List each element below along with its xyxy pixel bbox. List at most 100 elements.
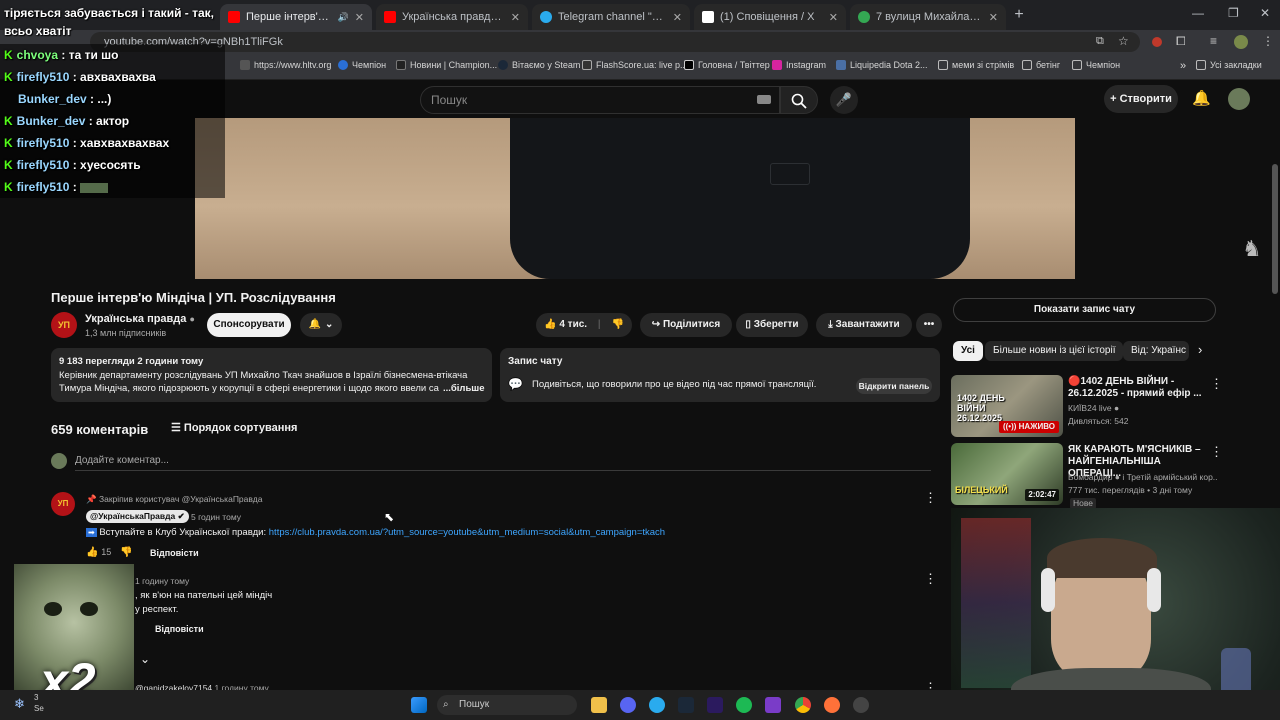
- bookmark-hltv[interactable]: https://www.hltv.org: [240, 60, 331, 70]
- telegram-icon[interactable]: [649, 697, 665, 713]
- download-button[interactable]: ⤓ Завантажити: [816, 313, 912, 337]
- bookmark-instagram[interactable]: Instagram: [772, 60, 826, 70]
- chevron-right-icon[interactable]: ›: [1198, 342, 1202, 357]
- chevron-down-icon[interactable]: ⌄: [140, 652, 150, 666]
- comment-author-badge[interactable]: @УкраїнськаПравда ✔: [86, 510, 189, 523]
- profile-icon[interactable]: [1234, 35, 1248, 49]
- views-line: 9 183 перегляди 2 години тому: [59, 356, 204, 367]
- save-button[interactable]: ▯ Зберегти: [736, 313, 808, 337]
- bookmark-champion-news[interactable]: Новини | Champion...: [396, 60, 497, 70]
- bookmark-folder-memes[interactable]: меми зі стрімів: [938, 60, 1014, 70]
- scrollbar-thumb[interactable]: [1272, 164, 1278, 294]
- avatar[interactable]: [1228, 88, 1250, 110]
- bookmark-liquipedia[interactable]: Liquipedia Dota 2...: [836, 60, 928, 70]
- bookmark-star-icon[interactable]: ☆: [1118, 34, 1129, 48]
- extensions-icon[interactable]: ⧠: [1176, 34, 1186, 49]
- extension-icon[interactable]: [1152, 37, 1162, 47]
- speaker-icon[interactable]: 🔊: [338, 12, 349, 23]
- add-comment-input[interactable]: Додайте коментар...: [75, 455, 169, 466]
- more-actions-button[interactable]: •••: [916, 313, 942, 337]
- overlay-figure-icon: ♞: [1242, 236, 1262, 261]
- minimize-icon[interactable]: —: [1192, 6, 1204, 20]
- description-box[interactable]: 9 183 перегляди 2 години тому Керівник д…: [51, 348, 492, 402]
- chip-story[interactable]: Більше новин із цієї історії: [985, 341, 1124, 361]
- search-input[interactable]: Пошук: [420, 86, 780, 114]
- close-window-icon[interactable]: ✕: [1260, 6, 1270, 20]
- open-panel-button[interactable]: Відкрити панель: [856, 378, 932, 394]
- mic-button[interactable]: 🎤: [830, 86, 858, 114]
- firefox-icon[interactable]: [824, 697, 840, 713]
- bookmark-folder-betting[interactable]: бетінг: [1022, 60, 1060, 70]
- chip-all[interactable]: Усі: [953, 341, 983, 361]
- dislike-button[interactable]: 👎: [611, 319, 623, 330]
- close-icon[interactable]: ✕: [989, 11, 998, 24]
- video-more-icon[interactable]: ⋮: [1210, 376, 1223, 392]
- search-button[interactable]: [780, 86, 818, 114]
- plus-icon: +: [1110, 93, 1120, 105]
- obs-icon[interactable]: [853, 697, 869, 713]
- video-title[interactable]: 🔴1402 ДЕНЬ ВІЙНИ -26.12.2025 - прямий еф…: [1068, 376, 1206, 400]
- show-more-link[interactable]: ...більше: [443, 383, 485, 394]
- maximize-icon[interactable]: ❐: [1228, 6, 1239, 20]
- menu-list-icon[interactable]: ≡: [1210, 34, 1217, 48]
- channel-name[interactable]: Українська правда ●: [85, 313, 195, 325]
- video-thumbnail[interactable]: БІЛЕЦЬКИЙ 2:02:47: [951, 443, 1063, 505]
- chat-replay-box: Запис чату 💬 Подивіться, що говорили про…: [500, 348, 940, 402]
- file-explorer-icon[interactable]: [591, 697, 607, 713]
- bookmark-folder-champion[interactable]: Чемпіон: [1072, 60, 1120, 70]
- keyboard-icon[interactable]: [757, 95, 771, 104]
- spotify-icon[interactable]: [736, 697, 752, 713]
- like-button[interactable]: 👍 4 тис.: [544, 319, 587, 330]
- chevron-right-icon[interactable]: »: [1180, 60, 1186, 72]
- reply-button[interactable]: Відповісти: [155, 624, 204, 634]
- comment-like-button[interactable]: 👍 15: [86, 547, 111, 558]
- url-field[interactable]: youtube.com/watch?v=gNBh1TliFGk: [90, 32, 1140, 52]
- youtube-icon: [384, 11, 396, 23]
- discord-icon[interactable]: [620, 697, 636, 713]
- video-channel[interactable]: КИЇВ24 live ●: [1068, 403, 1119, 414]
- sort-button[interactable]: ☰ Порядок сортування: [171, 421, 297, 434]
- close-icon[interactable]: ✕: [829, 11, 838, 24]
- comment-more-icon[interactable]: ⋮: [924, 571, 937, 587]
- tab-2[interactable]: Українська правда - YouTube ✕: [376, 4, 528, 30]
- comment-avatar[interactable]: УП: [51, 492, 75, 516]
- windows-start-icon[interactable]: [411, 697, 427, 713]
- share-button[interactable]: ↪ Поділитися: [640, 313, 732, 337]
- comment-link[interactable]: https://club.pravda.com.ua/?utm_source=y…: [269, 527, 665, 538]
- notifications-bell-icon[interactable]: 🔔: [1192, 89, 1211, 107]
- create-button[interactable]: + Створити: [1104, 85, 1178, 113]
- comment-dislike-button[interactable]: 👎: [120, 547, 132, 558]
- more-icon[interactable]: ⋮: [1262, 34, 1274, 48]
- video-more-icon[interactable]: ⋮: [1210, 444, 1223, 460]
- close-icon[interactable]: ✕: [355, 11, 364, 24]
- subscription-bell-button[interactable]: 🔔 ⌄: [300, 313, 342, 337]
- reply-button[interactable]: Відповісти: [150, 548, 199, 558]
- taskbar-search[interactable]: ⌕ Пошук: [437, 695, 577, 715]
- tab-5[interactable]: 7 вулиця Михайла Грушевсь ✕: [850, 4, 1006, 30]
- bookmark-champion[interactable]: Чемпіон: [338, 60, 386, 70]
- video-channel[interactable]: Бомбардир ● і Третій армійський кор...: [1068, 472, 1218, 483]
- video-thumbnail[interactable]: 1402 ДЕНЬ ВІЙНИ 26.12.2025 ((•)) НАЖИВО: [951, 375, 1063, 437]
- channel-avatar[interactable]: УП: [51, 312, 77, 338]
- sponsor-button[interactable]: Спонсорувати: [207, 313, 291, 337]
- close-icon[interactable]: ✕: [511, 11, 520, 24]
- tab-active[interactable]: Перше інтерв'ю Міндіча 🔊 ✕: [220, 4, 372, 30]
- bookmark-twitter[interactable]: Головна / Твіттер: [684, 60, 770, 70]
- weather-icon[interactable]: ❄: [14, 696, 25, 712]
- new-tab-button[interactable]: +: [1010, 6, 1028, 24]
- bookmark-flashscore[interactable]: FlashScore.ua: live р...: [582, 60, 688, 70]
- chrome-icon[interactable]: [795, 697, 811, 713]
- steam-icon[interactable]: [678, 697, 694, 713]
- chip-channel[interactable]: Від: Українс: [1123, 341, 1189, 361]
- premiere-icon[interactable]: [707, 697, 723, 713]
- close-icon[interactable]: ✕: [673, 11, 682, 24]
- tab-3[interactable]: Telegram channel "netremba" ✕: [532, 4, 690, 30]
- bookmark-all[interactable]: Усі закладки: [1196, 60, 1262, 70]
- comment-more-icon[interactable]: ⋮: [924, 490, 937, 506]
- tab-4[interactable]: (1) Сповіщення / X ✕: [694, 4, 846, 30]
- install-icon[interactable]: ⧉: [1096, 35, 1104, 48]
- show-chat-button[interactable]: Показати запис чату: [953, 298, 1216, 322]
- app-icon[interactable]: [765, 697, 781, 713]
- comment-text: ➡ Вступайте в Клуб Української правди: h…: [86, 527, 666, 538]
- bookmark-steam[interactable]: Вітаємо у Steam: [498, 60, 580, 70]
